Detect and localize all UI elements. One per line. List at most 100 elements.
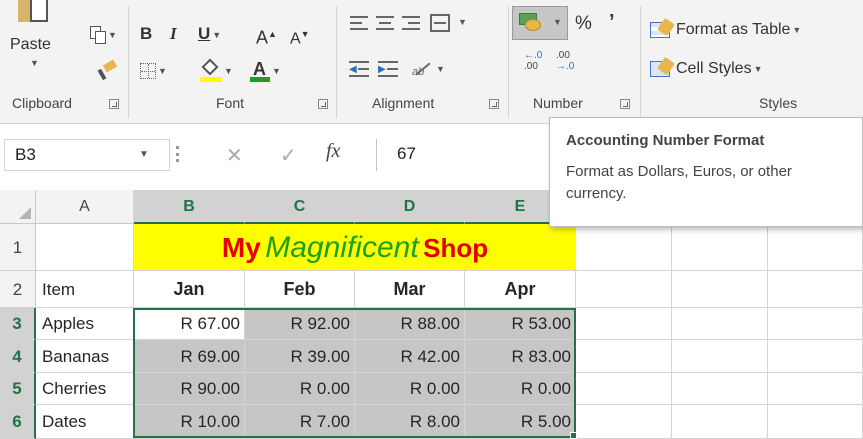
empty-cell[interactable] [768, 308, 863, 340]
value-cell[interactable]: R 0.00 [245, 373, 355, 405]
empty-cell[interactable] [576, 340, 672, 373]
empty-cell[interactable] [576, 405, 672, 439]
cell-styles-button[interactable]: Cell Styles ▼ [650, 56, 763, 81]
underline-dropdown-icon[interactable]: ▼ [212, 30, 221, 40]
row-header-3[interactable]: 3 [0, 308, 36, 340]
row-header-1[interactable]: 1 [0, 224, 36, 271]
enter-icon[interactable]: ✓ [280, 143, 297, 168]
paste-button[interactable]: Paste ▼ [10, 0, 66, 90]
align-center-button[interactable] [376, 16, 394, 30]
value-cell[interactable]: R 69.00 [134, 340, 245, 373]
decrease-indent-button[interactable]: ◀ [349, 56, 369, 80]
header-month-cell[interactable]: Apr [465, 271, 576, 308]
decrease-font-size-button[interactable]: A▼ [290, 22, 310, 52]
active-cell-b3[interactable]: R 67.00 [134, 308, 245, 340]
name-box-dropdown-icon[interactable]: ▼ [139, 149, 149, 160]
row-header-5[interactable]: 5 [0, 373, 36, 405]
comma-style-button[interactable]: ’ [609, 10, 615, 34]
clipboard-launcher-icon[interactable] [109, 99, 119, 109]
column-header-d[interactable]: D [355, 190, 465, 224]
column-header-b[interactable]: B [134, 190, 245, 224]
percent-style-button[interactable]: % [575, 12, 592, 36]
fill-handle[interactable] [570, 432, 577, 439]
name-box[interactable]: B3 ▼ [4, 139, 170, 171]
item-cell[interactable]: Bananas [36, 340, 134, 373]
cancel-icon[interactable]: ✕ [226, 143, 243, 168]
increase-decimal-button[interactable]: ←.0 .00 [524, 50, 550, 76]
empty-cell[interactable] [576, 224, 672, 271]
value-cell[interactable]: R 0.00 [355, 373, 465, 405]
title-cell[interactable]: My Magnificent Shop [134, 224, 576, 271]
empty-cell[interactable] [672, 405, 768, 439]
increase-font-size-button[interactable]: A▲ [256, 22, 277, 51]
alignment-launcher-icon[interactable] [489, 99, 499, 109]
value-cell[interactable]: R 92.00 [245, 308, 355, 340]
font-launcher-icon[interactable] [318, 99, 328, 109]
format-as-table-dropdown-icon[interactable]: ▼ [792, 25, 801, 35]
empty-cell[interactable] [672, 340, 768, 373]
empty-cell[interactable] [672, 224, 768, 271]
value-cell[interactable]: R 7.00 [245, 405, 355, 439]
bold-button[interactable]: B [140, 22, 152, 46]
value-cell[interactable]: R 53.00 [465, 308, 576, 340]
row-header-6[interactable]: 6 [0, 405, 36, 439]
item-cell[interactable]: Dates [36, 405, 134, 439]
font-color-button[interactable]: A ▼ [250, 58, 281, 83]
merge-dropdown-icon[interactable]: ▼ [458, 17, 467, 27]
align-left-button[interactable] [350, 16, 368, 30]
empty-cell[interactable] [768, 340, 863, 373]
value-cell[interactable]: R 39.00 [245, 340, 355, 373]
accounting-dropdown-icon[interactable]: ▼ [553, 17, 562, 27]
empty-cell[interactable] [768, 405, 863, 439]
formula-bar-grip-icon[interactable] [176, 146, 179, 162]
decrease-decimal-button[interactable]: .00 →.0 [556, 50, 582, 76]
header-item-cell[interactable]: Item [36, 271, 134, 308]
value-cell[interactable]: R 5.00 [465, 405, 576, 439]
header-month-cell[interactable]: Feb [245, 271, 355, 308]
value-cell[interactable]: R 90.00 [134, 373, 245, 405]
header-month-cell[interactable]: Mar [355, 271, 465, 308]
empty-cell[interactable] [576, 308, 672, 340]
value-cell[interactable]: R 8.00 [355, 405, 465, 439]
empty-cell[interactable] [672, 271, 768, 308]
item-cell[interactable]: Apples [36, 308, 134, 340]
select-all-corner[interactable] [0, 190, 36, 224]
italic-button[interactable]: I [170, 22, 177, 46]
value-cell[interactable]: R 0.00 [465, 373, 576, 405]
fill-color-dropdown-icon[interactable]: ▼ [224, 66, 233, 76]
empty-cell[interactable] [768, 224, 863, 271]
header-month-cell[interactable]: Jan [134, 271, 245, 308]
column-header-a[interactable]: A [36, 190, 134, 224]
empty-cell[interactable] [672, 373, 768, 405]
value-cell[interactable]: R 88.00 [355, 308, 465, 340]
paste-dropdown-icon[interactable]: ▼ [30, 58, 39, 68]
borders-button[interactable]: ▼ [140, 58, 167, 83]
merge-center-button[interactable]: ▼ [430, 14, 467, 32]
accounting-format-button[interactable]: ▼ [512, 6, 568, 40]
font-color-dropdown-icon[interactable]: ▼ [272, 66, 281, 76]
empty-cell[interactable] [672, 308, 768, 340]
format-as-table-button[interactable]: Format as Table ▼ [650, 17, 801, 42]
fill-color-button[interactable]: ▼ [200, 58, 233, 83]
copy-dropdown-icon[interactable]: ▼ [108, 30, 117, 40]
insert-function-button[interactable]: fx [326, 140, 340, 163]
value-cell[interactable]: R 10.00 [134, 405, 245, 439]
align-right-button[interactable] [402, 16, 420, 30]
copy-button[interactable]: ▼ [90, 22, 117, 47]
underline-button[interactable]: U ▼ [198, 22, 221, 47]
format-painter-button[interactable] [97, 58, 118, 82]
orientation-dropdown-icon[interactable]: ▼ [436, 64, 445, 74]
empty-cell[interactable] [768, 373, 863, 405]
orientation-button[interactable]: ab ▼ [412, 56, 445, 81]
cell-styles-dropdown-icon[interactable]: ▼ [754, 64, 763, 74]
increase-indent-button[interactable]: ▶ [378, 56, 398, 80]
item-cell[interactable]: Cherries [36, 373, 134, 405]
value-cell[interactable]: R 83.00 [465, 340, 576, 373]
column-header-c[interactable]: C [245, 190, 355, 224]
empty-cell[interactable] [576, 271, 672, 308]
number-launcher-icon[interactable] [620, 99, 630, 109]
row-header-4[interactable]: 4 [0, 340, 36, 373]
empty-cell[interactable] [576, 373, 672, 405]
value-cell[interactable]: R 42.00 [355, 340, 465, 373]
borders-dropdown-icon[interactable]: ▼ [158, 66, 167, 76]
